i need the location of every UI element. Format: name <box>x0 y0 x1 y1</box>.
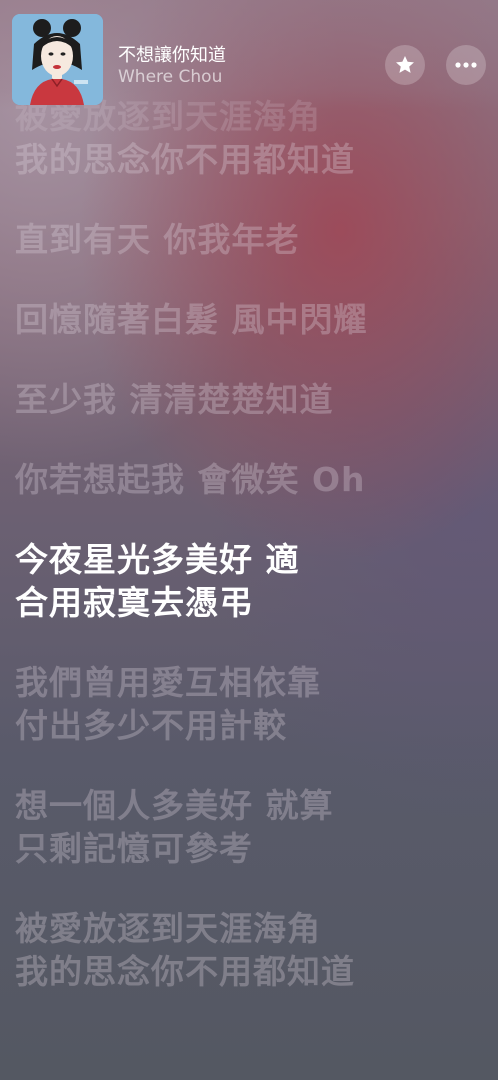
active-lyric-line[interactable]: 今夜星光多美好 適 <box>15 538 485 581</box>
lyric-line[interactable]: 回憶隨著白髮 風中閃耀 <box>15 298 485 341</box>
star-icon <box>396 56 414 73</box>
song-title[interactable]: 不想讓你知道 <box>118 41 226 67</box>
more-options-button[interactable] <box>446 45 486 85</box>
lyric-line[interactable]: 我的思念你不用都知道 <box>15 138 485 181</box>
lyrics-container[interactable]: 被愛放逐到天涯海角 我的思念你不用都知道 直到有天 你我年老 回憶隨著白髮 風中… <box>15 95 485 1030</box>
lyric-line[interactable]: 我們曾用愛互相依靠 <box>15 661 485 704</box>
lyric-block-active[interactable]: 今夜星光多美好 適 合用寂寞去憑弔 <box>15 538 485 624</box>
lyric-block[interactable]: 直到有天 你我年老 <box>15 218 485 261</box>
album-art-illustration <box>12 14 103 105</box>
album-art[interactable] <box>12 14 103 105</box>
lyric-line[interactable]: 付出多少不用計較 <box>15 704 485 747</box>
lyric-block[interactable]: 被愛放逐到天涯海角 我的思念你不用都知道 <box>15 907 485 993</box>
lyric-block[interactable]: 至少我 清清楚楚知道 <box>15 378 485 421</box>
ellipsis-icon <box>455 62 477 68</box>
now-playing-header: 不想讓你知道 Where Chou <box>0 0 498 110</box>
lyric-block[interactable]: 回憶隨著白髮 風中閃耀 <box>15 298 485 341</box>
lyric-line[interactable]: 至少我 清清楚楚知道 <box>15 378 485 421</box>
lyric-line[interactable]: 被愛放逐到天涯海角 <box>15 907 485 950</box>
lyric-block[interactable]: 你若想起我 會微笑 Oh <box>15 458 485 501</box>
lyric-block[interactable]: 我們曾用愛互相依靠 付出多少不用計較 <box>15 661 485 747</box>
lyric-line[interactable]: 想一個人多美好 就算 <box>15 784 485 827</box>
lyric-line[interactable]: 只剩記憶可參考 <box>15 827 485 870</box>
favorite-button[interactable] <box>385 45 425 85</box>
song-artist[interactable]: Where Chou <box>118 67 222 87</box>
active-lyric-line[interactable]: 合用寂寞去憑弔 <box>15 581 485 624</box>
lyric-line[interactable]: 直到有天 你我年老 <box>15 218 485 261</box>
lyric-block[interactable]: 想一個人多美好 就算 只剩記憶可參考 <box>15 784 485 870</box>
lyric-line[interactable]: 你若想起我 會微笑 Oh <box>15 458 485 501</box>
lyric-line[interactable]: 我的思念你不用都知道 <box>15 950 485 993</box>
